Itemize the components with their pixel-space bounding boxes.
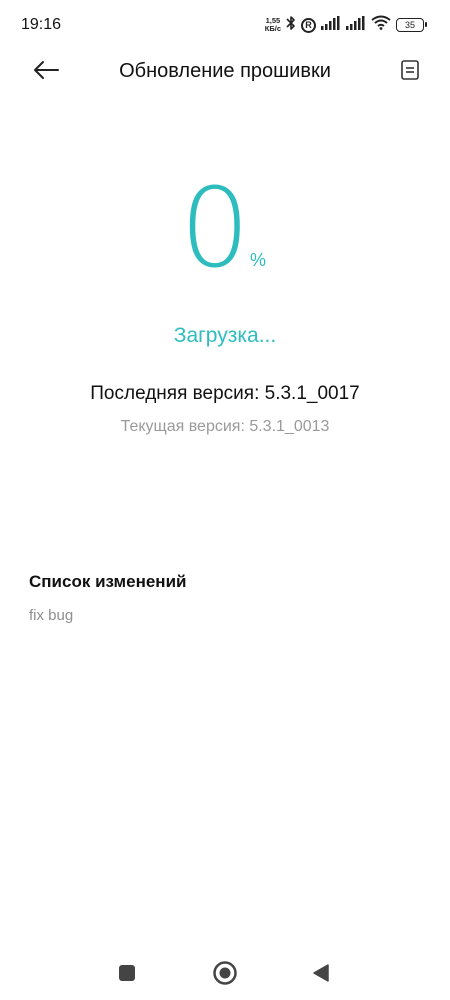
screen: 19:16 1,55 КБ/с R 35 Обновление прошивки… <box>0 0 450 1000</box>
status-time: 19:16 <box>21 16 62 33</box>
square-icon <box>118 964 136 987</box>
signal-icon <box>346 15 366 35</box>
network-speed-unit: КБ/с <box>264 24 281 33</box>
page-title: Обновление прошивки <box>119 60 331 82</box>
network-speed: 1,55 КБ/с <box>265 17 281 33</box>
circle-icon <box>212 960 238 991</box>
latest-version: Последняя версия: 5.3.1_0017 <box>90 383 360 404</box>
changelog-item: fix bug <box>29 607 74 624</box>
status-icons: 1,55 КБ/с R 35 <box>265 14 427 36</box>
navigation-bar <box>0 948 450 1000</box>
battery-icon: 35 <box>396 18 427 32</box>
progress-value: 0 <box>180 164 250 292</box>
progress-unit: % <box>250 250 267 270</box>
home-button[interactable] <box>210 960 240 990</box>
recent-apps-button[interactable] <box>112 960 142 990</box>
status-bar: 19:16 1,55 КБ/с R 35 <box>0 0 450 48</box>
progress-display: 0 % <box>0 168 450 288</box>
app-bar: Обновление прошивки <box>0 48 450 96</box>
document-icon <box>400 59 420 86</box>
current-version: Текущая версия: 5.3.1_0013 <box>120 418 330 435</box>
roaming-icon: R <box>301 17 316 33</box>
download-status: Загрузка... <box>173 324 277 347</box>
bluetooth-icon <box>286 15 296 36</box>
wifi-icon <box>371 15 391 35</box>
nav-back-button[interactable] <box>306 960 336 990</box>
changelog-title: Список изменений <box>29 572 187 591</box>
triangle-back-icon <box>312 963 330 988</box>
signal-icon <box>321 15 341 35</box>
log-button[interactable] <box>394 56 426 88</box>
